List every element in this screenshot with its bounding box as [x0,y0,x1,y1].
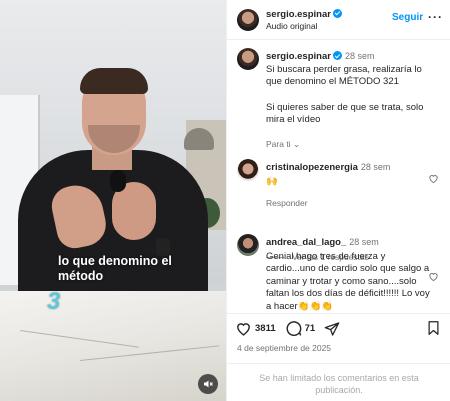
audio-link[interactable]: Audio original [266,21,342,31]
bookmark-icon[interactable] [426,320,441,336]
verified-icon [332,51,342,60]
caption-username[interactable]: sergio.espinar [266,51,331,62]
comment-text: Genial hago tres de fuerza y cardio...un… [266,250,430,312]
caption-avatar[interactable] [237,48,259,70]
background-lamp [184,128,214,150]
comment-text: 🙌 [266,175,278,187]
marble-table [0,291,226,401]
video-caption-number: 3 [47,288,61,315]
author-avatar[interactable] [237,8,259,31]
microphone [110,170,126,192]
caption-text-2: Si quieres saber de que se trata, solo m… [266,101,424,126]
comment-icon[interactable] [285,320,302,337]
video-caption: lo que denomino el método [58,254,172,283]
action-bar: 3811 71 4 de septiembre de 2025 [227,313,450,363]
translation-toggle[interactable]: Para ti ⌄ [266,138,436,151]
comments-limited-notice: Se han limitado los comentarios en esta … [227,363,450,401]
post-header: sergio.espinar Audio original Seguir ··· [227,0,450,40]
heart-icon[interactable] [235,320,252,337]
mute-icon [204,380,213,388]
follow-button[interactable]: Seguir [392,12,423,23]
comment-time: 28 sem [349,237,379,247]
reel-video[interactable]: lo que denomino el método 3 [0,0,226,401]
comments-list[interactable]: sergio.espinar 28 sem Si buscara perder g… [227,41,450,313]
like-comment-heart-icon[interactable] [428,271,439,282]
caption-text-1: Si buscara perder grasa, realizaría lo q… [266,63,422,88]
comment-time: 28 sem [360,162,391,172]
comment-username[interactable]: cristinalopezenergia [266,162,358,173]
like-count[interactable]: 3811 [255,323,276,334]
reply-button[interactable]: Responder [266,197,436,210]
presenter-hair [80,68,148,94]
verified-icon [332,8,342,18]
author-username[interactable]: sergio.espinar [266,9,331,20]
share-icon[interactable] [324,321,340,337]
more-icon[interactable]: ··· [428,10,443,24]
comment-count[interactable]: 71 [305,323,316,334]
commenter-avatar[interactable] [237,234,259,256]
caption-time: 28 sem [344,51,375,61]
like-comment-heart-icon[interactable] [428,173,439,184]
translation-label: Para ti [266,138,291,149]
post-panel: sergio.espinar Audio original Seguir ···… [226,0,450,401]
mute-button[interactable] [198,374,218,394]
commenter-avatar[interactable] [237,159,259,181]
post-date[interactable]: 4 de septiembre de 2025 [237,343,331,353]
comment-username[interactable]: andrea_dal_lago_ [266,237,346,248]
chevron-down-icon: ⌄ [292,138,301,149]
